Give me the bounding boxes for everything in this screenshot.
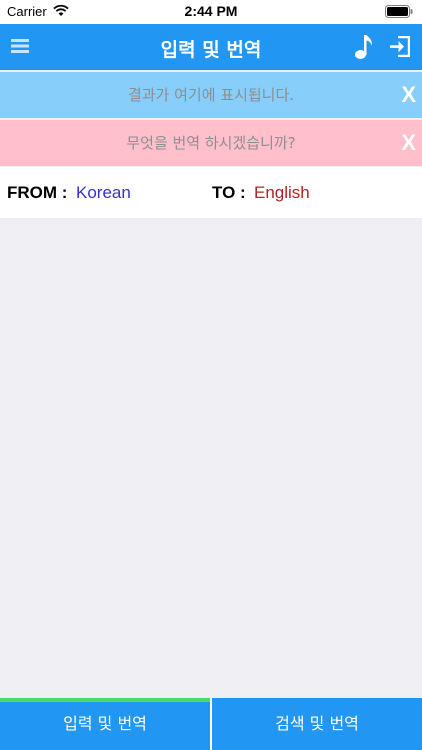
status-time: 2:44 PM: [184, 3, 238, 19]
content-area: [0, 218, 422, 698]
close-result-button[interactable]: X: [401, 72, 416, 118]
status-bar: Carrier 2:44 PM: [0, 0, 422, 24]
input-placeholder: 무엇을 번역 하시겠습니까?: [126, 134, 296, 152]
music-note-icon[interactable]: [354, 34, 374, 60]
nav-bar: 입력 및 번역: [0, 24, 422, 70]
to-label: TO :: [212, 183, 246, 202]
from-language-selector[interactable]: Korean: [76, 183, 131, 203]
result-banner: 결과가 여기에 표시됩니다. X: [0, 72, 422, 118]
close-input-button[interactable]: X: [401, 120, 416, 166]
battery-icon: [385, 5, 413, 18]
language-row: FROM : Korean TO : English: [0, 167, 422, 218]
to-language-selector[interactable]: English: [254, 183, 310, 203]
app-screen: Carrier 2:44 PM 입력 및 번역 결과가 여기에 표시됩니다. X…: [0, 0, 422, 750]
result-placeholder: 결과가 여기에 표시됩니다.: [127, 86, 295, 104]
tab-search-translate[interactable]: 검색 및 번역: [212, 698, 422, 750]
tab-input-translate[interactable]: 입력 및 번역: [0, 698, 210, 750]
active-tab-indicator: [0, 698, 210, 702]
sign-in-icon[interactable]: [389, 36, 410, 57]
input-banner[interactable]: 무엇을 번역 하시겠습니까? X: [0, 120, 422, 166]
from-label: FROM :: [7, 183, 68, 202]
